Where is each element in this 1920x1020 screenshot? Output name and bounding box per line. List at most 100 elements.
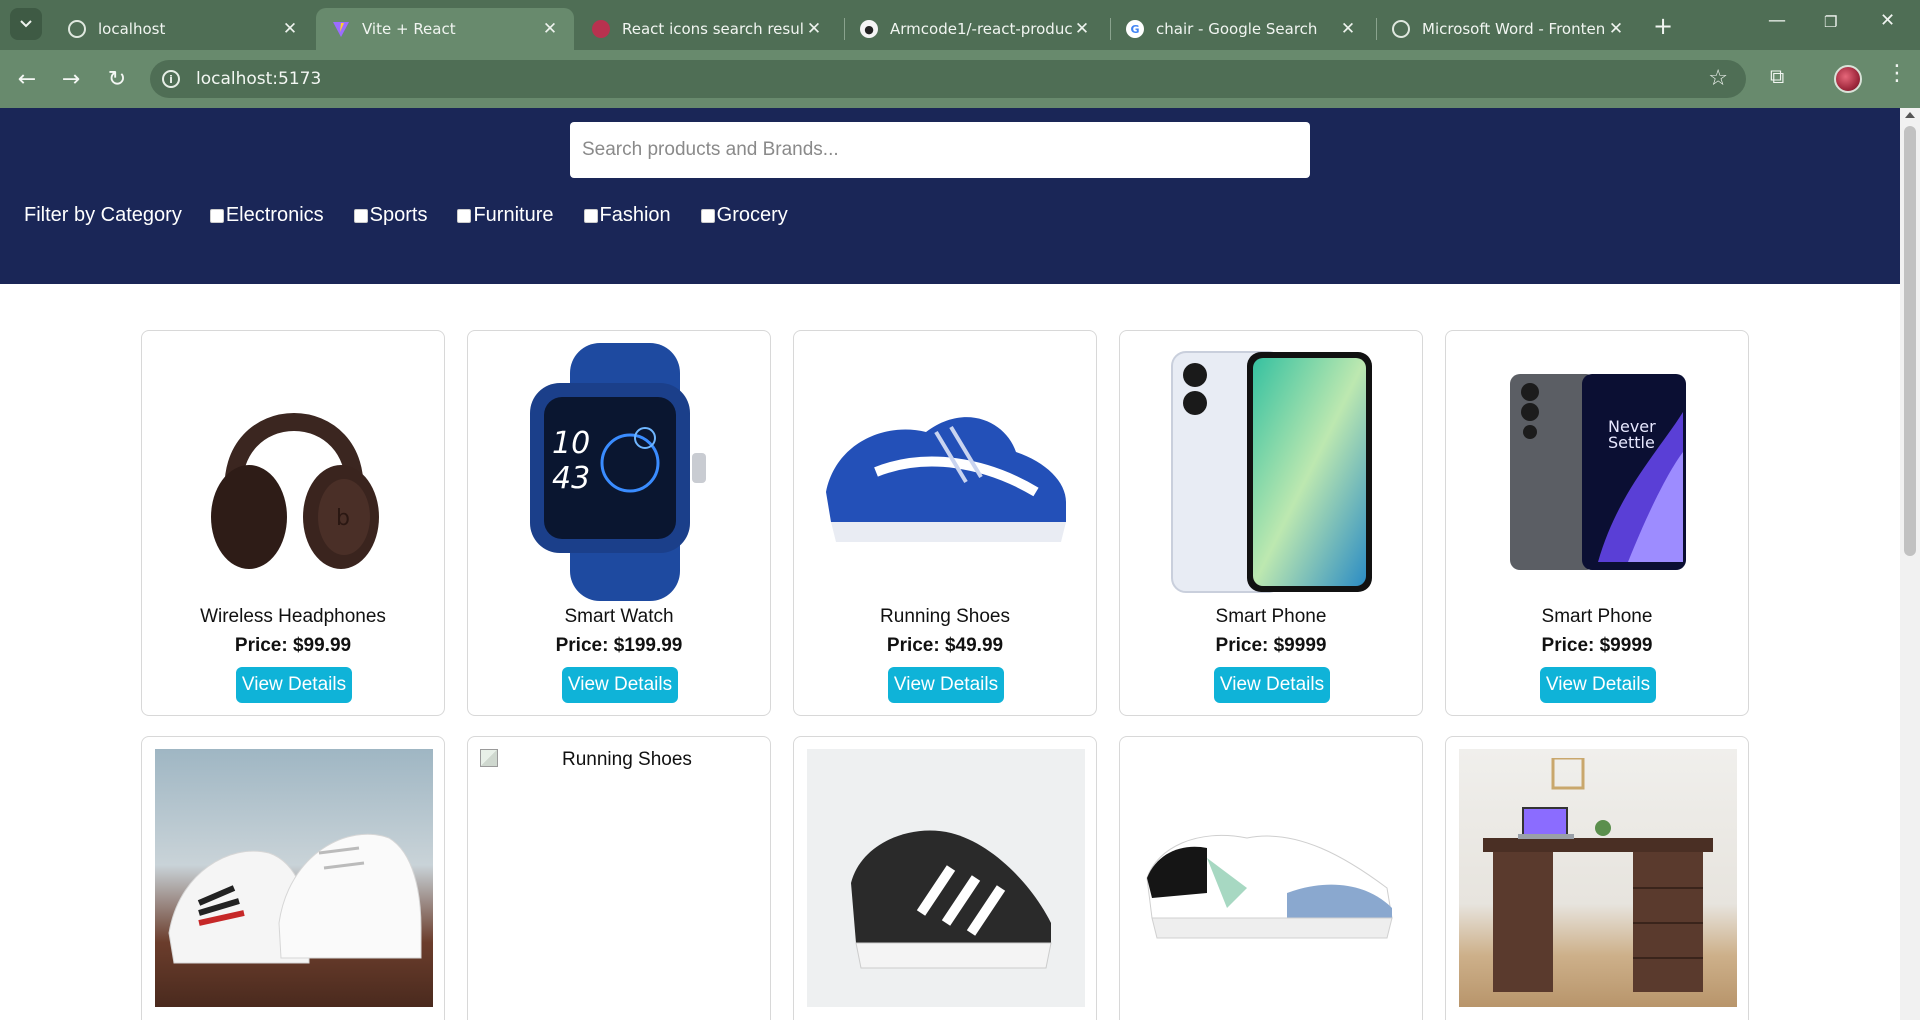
product-card: Never Settle Smart Phone Price: $9999 Vi…: [1445, 330, 1749, 716]
product-price: Price: $9999: [1215, 635, 1327, 656]
category-furniture[interactable]: Furniture: [457, 204, 554, 227]
product-name: Running Shoes: [880, 606, 1010, 627]
desk-image: [1459, 749, 1737, 1007]
profile-avatar[interactable]: [1834, 65, 1862, 93]
bookmark-star-icon[interactable]: ☆: [1708, 66, 1728, 91]
scrollbar-thumb[interactable]: [1904, 126, 1916, 556]
page-scrollbar[interactable]: [1900, 108, 1920, 1020]
broken-image: Running Shoes: [480, 749, 692, 771]
site-info-icon[interactable]: i: [162, 70, 180, 88]
category-sports[interactable]: Sports: [353, 204, 428, 227]
product-price: Price: $49.99: [886, 635, 1004, 656]
browser-tab-bar: localhost ✕ Vite + React ✕ React icons s…: [0, 0, 1920, 50]
phone-grey-image: Never Settle: [1459, 343, 1737, 601]
tab-title: localhost: [98, 20, 166, 38]
url-text: localhost:5173: [196, 69, 322, 89]
product-price: Price: $199.99: [555, 635, 683, 656]
black-sneaker-image: [807, 749, 1085, 1007]
product-card: Running Shoes: [467, 736, 771, 1020]
browser-toolbar: ← → ↻ i localhost:5173 ☆ ⧉ ⋮: [0, 50, 1920, 108]
tab-title: React icons search results: [622, 20, 804, 38]
category-label: Electronics: [225, 204, 324, 226]
product-card: [1445, 736, 1749, 1020]
view-details-button[interactable]: View Details: [1540, 667, 1656, 703]
product-card: b Wireless Headphones Price: $99.99 View…: [141, 330, 445, 716]
smartwatch-image: 10 43: [481, 343, 759, 601]
forward-icon[interactable]: →: [56, 64, 86, 94]
close-icon[interactable]: ✕: [540, 19, 560, 39]
product-card: [1119, 736, 1423, 1020]
category-label: Sports: [369, 204, 428, 226]
react-icons-icon: [592, 20, 610, 38]
address-bar[interactable]: i localhost:5173 ☆: [150, 60, 1746, 98]
running-shoe-image: [807, 343, 1085, 601]
back-icon[interactable]: ←: [12, 64, 42, 94]
category-filter: Filter by Category Electronics Sports Fu…: [24, 204, 818, 227]
chevron-down-icon: [20, 20, 32, 28]
svg-text:43: 43: [552, 461, 590, 496]
view-details-button[interactable]: View Details: [236, 667, 352, 703]
category-label: Grocery: [716, 204, 788, 226]
category-label: Fashion: [599, 204, 671, 226]
product-name: Wireless Headphones: [200, 606, 386, 627]
globe-icon: [68, 20, 86, 38]
tab-localhost[interactable]: localhost ✕: [52, 8, 314, 50]
checkbox[interactable]: [583, 208, 598, 223]
checkbox[interactable]: [209, 208, 224, 223]
product-price: Price: $9999: [1541, 635, 1653, 656]
product-card: 10 43 Smart Watch Price: $199.99 View De…: [467, 330, 771, 716]
tab-vite-react[interactable]: Vite + React ✕: [316, 8, 574, 50]
product-card: Smart Phone Price: $9999 View Details: [1119, 330, 1423, 716]
tab-google[interactable]: G chair - Google Search ✕: [1110, 8, 1372, 50]
category-electronics[interactable]: Electronics: [209, 204, 324, 227]
tab-react-icons[interactable]: React icons search results ✕: [576, 8, 838, 50]
product-price: Price: $99.99: [234, 635, 352, 656]
product-name: Smart Watch: [564, 606, 674, 627]
close-icon[interactable]: ✕: [1072, 19, 1092, 39]
window-close-icon[interactable]: ✕: [1880, 10, 1895, 31]
tab-github[interactable]: ● Armcode1/-react-product- ✕: [844, 8, 1106, 50]
category-fashion[interactable]: Fashion: [583, 204, 671, 227]
close-icon[interactable]: ✕: [1606, 19, 1626, 39]
extensions-icon[interactable]: ⧉: [1770, 64, 1784, 88]
headphones-image: b: [155, 343, 433, 601]
close-icon[interactable]: ✕: [1338, 19, 1358, 39]
product-card: [793, 736, 1097, 1020]
product-card: Running Shoes Price: $49.99 View Details: [793, 330, 1097, 716]
tab-title: Microsoft Word - Frontend: [1422, 20, 1606, 38]
scroll-up-icon[interactable]: [1905, 112, 1915, 118]
view-details-button[interactable]: View Details: [888, 667, 1004, 703]
github-icon: ●: [860, 20, 878, 38]
tab-title: Armcode1/-react-product-: [890, 20, 1072, 38]
close-icon[interactable]: ✕: [804, 19, 824, 39]
category-grocery[interactable]: Grocery: [700, 204, 788, 227]
white-sneakers-image: [155, 749, 433, 1007]
page-viewport: Filter by Category Electronics Sports Fu…: [0, 108, 1900, 1020]
category-label: Furniture: [473, 204, 554, 226]
tab-search-button[interactable]: [10, 8, 42, 40]
broken-image-icon: [480, 749, 498, 767]
menu-kebab-icon[interactable]: ⋮: [1886, 61, 1908, 86]
product-name: Smart Phone: [1215, 606, 1327, 627]
svg-text:10: 10: [552, 426, 590, 461]
new-tab-icon[interactable]: +: [1653, 12, 1673, 40]
view-details-button[interactable]: View Details: [562, 667, 678, 703]
product-name: Smart Phone: [1541, 606, 1653, 627]
svg-text:b: b: [336, 506, 350, 531]
restore-icon[interactable]: ❐: [1824, 13, 1837, 31]
close-icon[interactable]: ✕: [280, 19, 300, 39]
phone-white-image: [1133, 343, 1411, 601]
minimize-icon[interactable]: —: [1768, 10, 1786, 31]
page-header: Filter by Category Electronics Sports Fu…: [0, 108, 1900, 284]
tab-title: chair - Google Search: [1156, 20, 1318, 38]
view-details-button[interactable]: View Details: [1214, 667, 1330, 703]
reload-icon[interactable]: ↻: [102, 64, 132, 94]
checkbox[interactable]: [700, 208, 715, 223]
svg-text:Settle: Settle: [1608, 433, 1655, 452]
checkbox[interactable]: [457, 208, 472, 223]
checkbox[interactable]: [353, 208, 368, 223]
tab-word[interactable]: Microsoft Word - Frontend ✕: [1376, 8, 1640, 50]
filter-label: Filter by Category: [24, 204, 182, 226]
tab-title: Vite + React: [362, 20, 456, 38]
search-input[interactable]: [570, 122, 1310, 178]
